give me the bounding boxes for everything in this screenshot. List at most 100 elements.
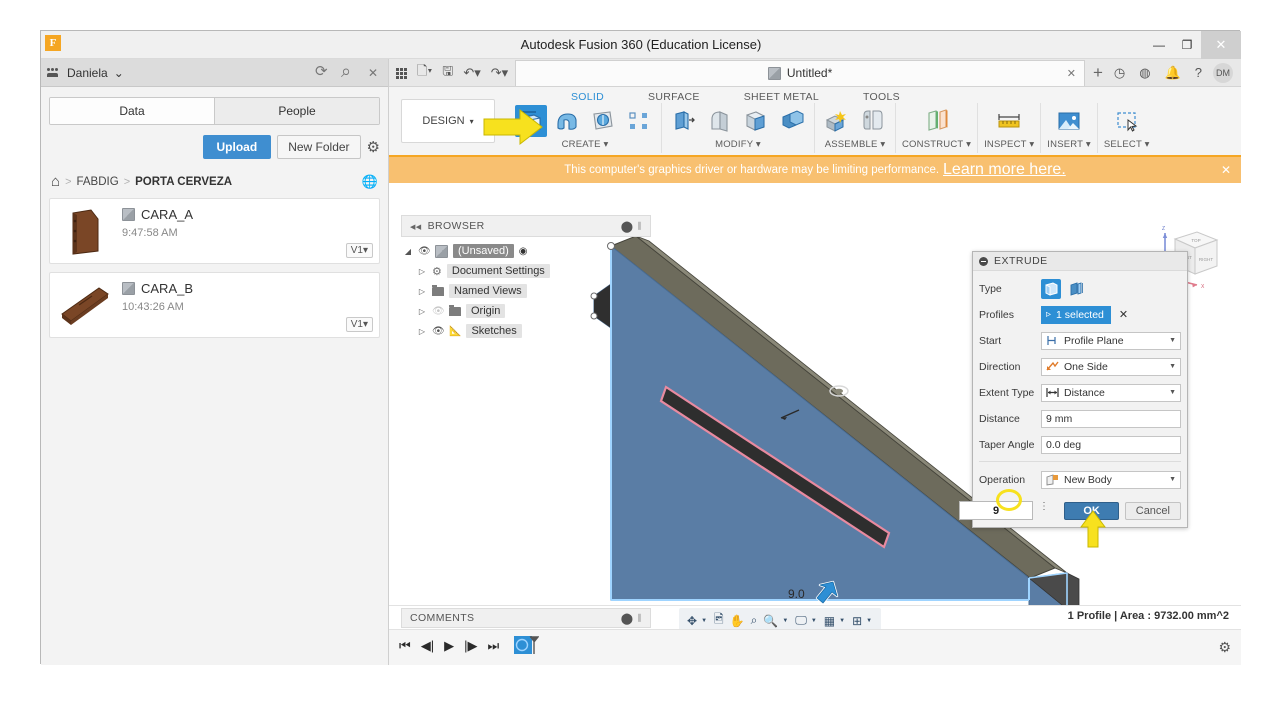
step-forward-icon[interactable]: |▶ xyxy=(464,638,477,654)
close-banner-icon[interactable]: ✕ xyxy=(1221,163,1231,177)
visibility-icon[interactable]: 👁 xyxy=(418,246,431,257)
expand-triangle-icon[interactable]: ▷ xyxy=(417,287,427,296)
step-back-icon[interactable]: ◀| xyxy=(421,638,434,654)
expand-triangle-icon[interactable]: ▷ xyxy=(417,307,427,316)
redo-icon[interactable]: ↷▾ xyxy=(488,65,511,81)
cancel-button[interactable]: Cancel xyxy=(1124,502,1181,520)
visibility-icon[interactable]: 👁 xyxy=(432,326,445,337)
upload-button[interactable]: Upload xyxy=(202,135,272,159)
recent-icon[interactable]: ◍ xyxy=(1136,65,1153,81)
grid-icon[interactable]: ▦ xyxy=(822,614,837,628)
type-solid-option[interactable] xyxy=(1041,278,1061,299)
display-settings-icon[interactable]: 🖵 xyxy=(793,613,809,628)
inline-value-input[interactable]: 9 xyxy=(959,501,1033,520)
taper-angle-input[interactable]: 0.0 deg xyxy=(1041,435,1181,454)
offset-plane-icon[interactable] xyxy=(921,105,953,137)
shell-icon[interactable] xyxy=(740,105,772,137)
user-menu[interactable]: Daniela ⌄ xyxy=(47,66,124,80)
gear-icon[interactable]: ⚙ xyxy=(367,140,380,155)
notifications-icon[interactable]: 🔔 xyxy=(1162,65,1184,81)
minimize-button[interactable]: — xyxy=(1145,31,1173,59)
home-icon[interactable] xyxy=(51,173,60,190)
clear-selection-icon[interactable]: ✕ xyxy=(1119,308,1128,321)
go-to-end-icon[interactable]: ⏭ xyxy=(487,638,499,654)
save-icon[interactable]: 🖫 xyxy=(439,62,456,84)
job-status-icon[interactable]: ◷ xyxy=(1111,65,1128,81)
radio-icon[interactable]: ◉ xyxy=(519,246,528,257)
resize-handle[interactable]: ⫼ xyxy=(637,221,642,232)
ribbon-tab-tools[interactable]: TOOLS xyxy=(841,91,922,103)
ribbon-group-label[interactable]: CREATE ▾ xyxy=(562,139,609,150)
comments-panel-header[interactable]: COMMENTS ⬤ ⫼ xyxy=(401,608,651,628)
timeline-feature-marker[interactable] xyxy=(513,634,539,660)
viewports-icon[interactable]: ⊞ xyxy=(850,614,864,628)
close-panel-icon[interactable] xyxy=(366,65,382,81)
measure-icon[interactable] xyxy=(993,105,1025,137)
zoom-icon[interactable]: ⌕ xyxy=(749,613,760,628)
list-item[interactable]: CARA_A 9:47:58 AM V1▾ xyxy=(49,198,380,264)
ribbon-group-label[interactable]: SELECT ▾ xyxy=(1104,139,1150,150)
go-to-beginning-icon[interactable]: ⏮ xyxy=(399,638,411,654)
globe-icon[interactable]: 🌐 xyxy=(362,174,378,190)
ribbon-group-label[interactable]: ASSEMBLE ▾ xyxy=(825,139,886,150)
expand-triangle-icon[interactable]: ▷ xyxy=(417,267,427,276)
new-file-icon[interactable]: 🗋▾ xyxy=(414,62,435,84)
tree-node-named-views[interactable]: ▷ Named Views xyxy=(403,281,653,301)
direction-select[interactable]: One Side ▼ xyxy=(1041,357,1181,376)
more-options-icon[interactable]: ⋮ xyxy=(1039,502,1049,512)
ribbon-group-label[interactable]: MODIFY ▾ xyxy=(715,139,761,150)
tree-node-document-settings[interactable]: ▷ ⚙ Document Settings xyxy=(403,261,653,281)
ribbon-tab-sheet-metal[interactable]: SHEET METAL xyxy=(722,91,841,103)
profiles-selection-chip[interactable]: ▹ 1 selected xyxy=(1041,305,1111,324)
maximize-button[interactable]: ❐ xyxy=(1173,31,1201,59)
gear-icon[interactable]: ⚙ xyxy=(1218,639,1231,656)
ribbon-group-label[interactable]: INSERT ▾ xyxy=(1047,139,1091,150)
ribbon-group-label[interactable]: CONSTRUCT ▾ xyxy=(902,139,971,150)
refresh-icon[interactable] xyxy=(314,62,330,81)
select-window-icon[interactable] xyxy=(1111,105,1143,137)
help-icon[interactable]: ? xyxy=(1192,65,1205,80)
tab-data[interactable]: Data xyxy=(50,98,214,124)
breadcrumb-item-fabdig[interactable]: FABDIG xyxy=(77,176,119,188)
breadcrumb-item-porta-cerveza[interactable]: PORTA CERVEZA xyxy=(135,176,232,188)
collapse-icon[interactable] xyxy=(979,256,988,266)
visibility-icon[interactable]: 👁 xyxy=(432,306,445,317)
ribbon-group-label[interactable]: INSPECT ▾ xyxy=(984,139,1034,150)
workspace-selector[interactable]: DESIGN ▾ xyxy=(401,99,495,143)
new-folder-button[interactable]: New Folder xyxy=(277,135,361,159)
pan-icon[interactable]: ✋ xyxy=(728,614,747,628)
expand-triangle-icon[interactable]: ▷ xyxy=(417,327,427,336)
type-thin-option[interactable] xyxy=(1066,279,1086,299)
revolve-icon[interactable] xyxy=(551,105,583,137)
version-badge[interactable]: V1▾ xyxy=(345,317,373,332)
press-pull-icon[interactable] xyxy=(668,105,700,137)
dimension-label[interactable]: 9.0 xyxy=(788,587,805,601)
collapse-icon[interactable]: ⬤ xyxy=(621,612,634,625)
undo-icon[interactable]: ↶▾ xyxy=(460,65,483,81)
ok-button[interactable]: OK xyxy=(1064,502,1119,520)
banner-link[interactable]: Learn more here. xyxy=(943,161,1066,179)
pattern-icon[interactable] xyxy=(623,105,655,137)
apps-grid-icon[interactable] xyxy=(393,65,410,80)
expand-triangle-icon[interactable]: ◢ xyxy=(403,247,413,256)
fillet-icon[interactable] xyxy=(704,105,736,137)
tree-node-sketches[interactable]: ▷ 👁 📐 Sketches xyxy=(403,321,653,341)
extrude-icon[interactable] xyxy=(515,105,547,137)
resize-handle[interactable]: ⫼ xyxy=(637,613,642,624)
document-tab[interactable]: Untitled* ✕ xyxy=(515,59,1085,86)
sweep-icon[interactable] xyxy=(587,105,619,137)
tab-people[interactable]: People xyxy=(214,98,379,124)
look-at-icon[interactable]: 🖻 xyxy=(712,610,726,631)
new-tab-button[interactable]: + xyxy=(1093,64,1103,81)
operation-select[interactable]: New Body ▼ xyxy=(1041,470,1181,489)
version-badge[interactable]: V1▾ xyxy=(345,243,373,258)
collapse-icon[interactable]: ⬤ xyxy=(621,220,634,233)
ribbon-tab-solid[interactable]: SOLID xyxy=(549,91,626,103)
avatar[interactable]: DM xyxy=(1213,62,1233,83)
close-button[interactable]: ✕ xyxy=(1201,31,1241,59)
close-tab-icon[interactable]: ✕ xyxy=(1067,67,1076,80)
search-icon[interactable] xyxy=(340,61,356,82)
viewport[interactable]: 9.0 BROWSER ⬤ ⫼ ◢ 👁 (Unsaved) ◉ xyxy=(389,211,1241,665)
extent-type-select[interactable]: Distance ▼ xyxy=(1041,383,1181,402)
zoom-window-icon[interactable]: 🔍 xyxy=(761,614,780,628)
